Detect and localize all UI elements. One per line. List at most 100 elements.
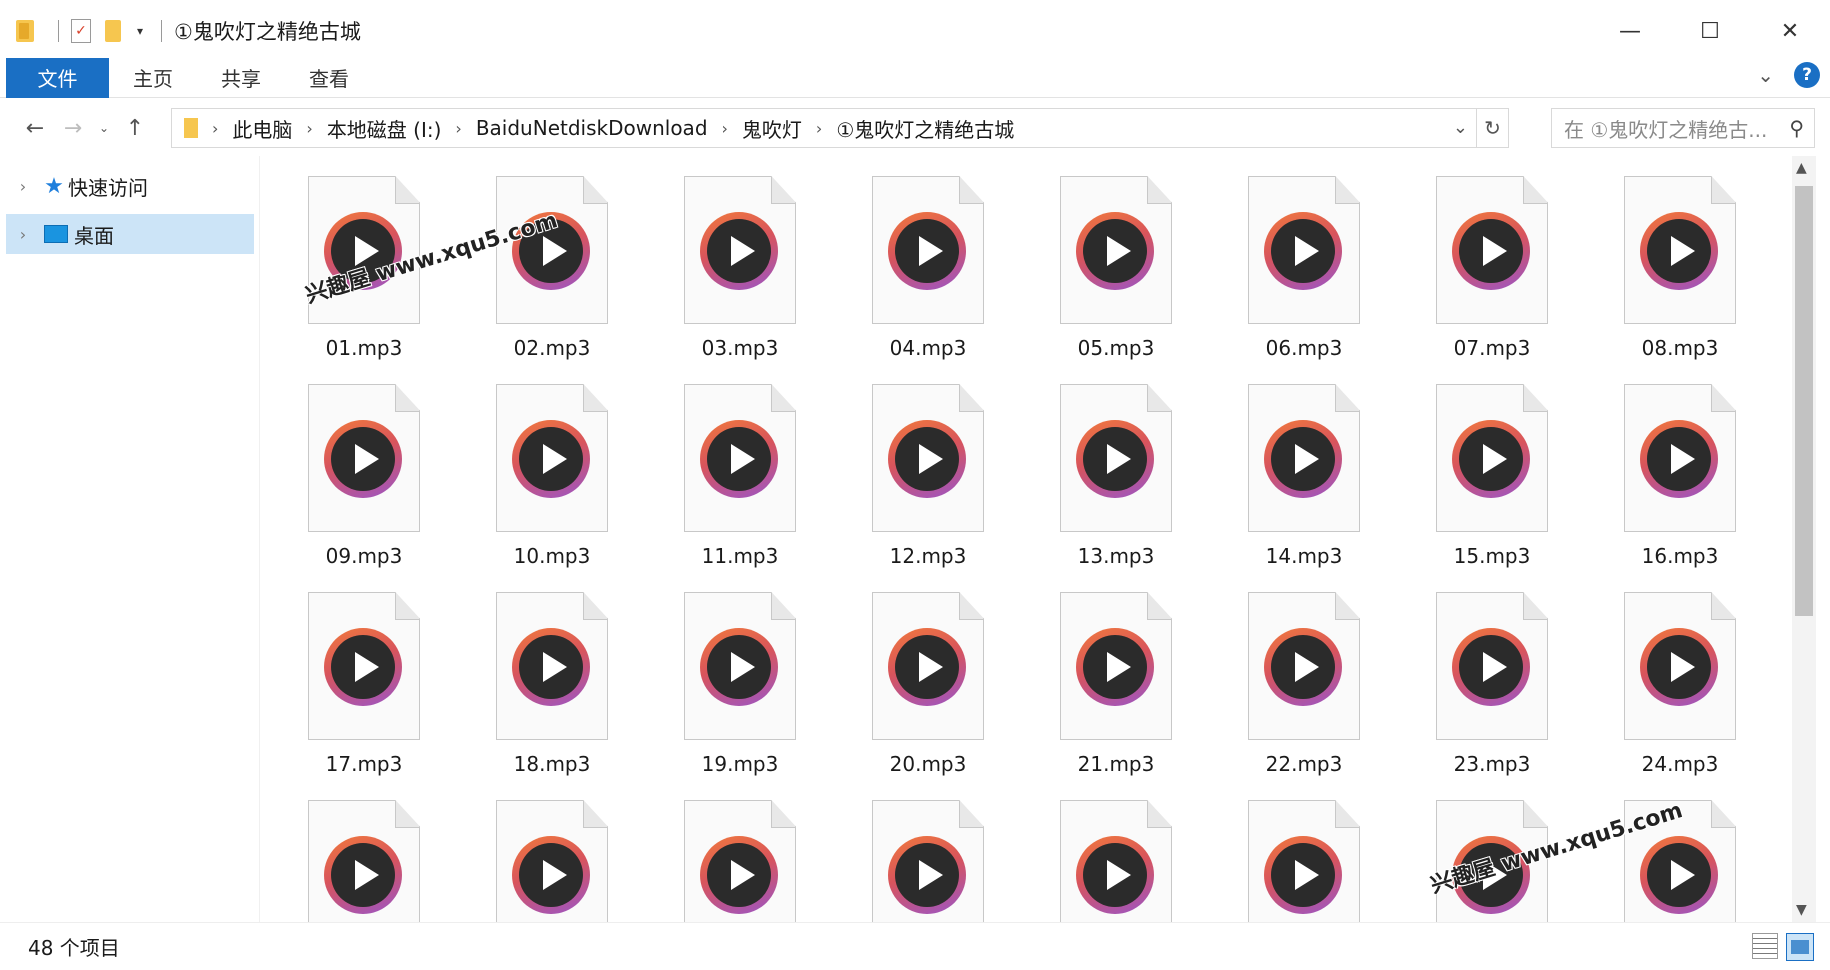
breadcrumb-chevron-icon[interactable]: › [722,119,728,138]
scrollbar-thumb[interactable] [1795,186,1813,616]
file-item[interactable]: 20.mp3 [834,592,1022,800]
tab-share[interactable]: 共享 [197,58,285,98]
file-item[interactable]: 13.mp3 [1022,384,1210,592]
file-item[interactable]: 24.mp3 [1586,592,1774,800]
file-name: 22.mp3 [1265,752,1343,776]
close-button[interactable]: ✕ [1750,0,1830,62]
tab-view[interactable]: 查看 [285,58,373,98]
address-bar[interactable]: › 此电脑 › 本地磁盘 (I:) › BaiduNetdiskDownload… [171,108,1509,148]
file-item[interactable]: 04.mp3 [834,176,1022,384]
breadcrumb-this-pc[interactable]: 此电脑 [232,114,292,143]
vertical-scrollbar[interactable]: ▲ ▼ [1792,156,1816,922]
page-fold [1335,593,1359,620]
play-icon [324,836,402,914]
expand-chevron-icon[interactable]: › [6,177,40,196]
sidebar-item-quick-access[interactable]: › ★ 快速访问 [6,166,254,206]
file-item[interactable]: 15.mp3 [1398,384,1586,592]
maximize-button[interactable]: ☐ [1670,0,1750,62]
audio-file-icon [496,592,608,740]
properties-icon[interactable]: ✓ [71,19,91,43]
audio-file-icon [684,384,796,532]
file-item[interactable]: 06.mp3 [1210,176,1398,384]
file-item[interactable]: 16.mp3 [1586,384,1774,592]
file-item[interactable] [834,800,1022,922]
file-name: 03.mp3 [701,336,779,360]
page-fold [959,385,983,412]
file-item[interactable]: 08.mp3 [1586,176,1774,384]
audio-file-icon [1060,800,1172,922]
status-bar: 48 个项目 [0,922,1830,970]
new-folder-icon[interactable] [105,20,121,42]
sidebar-item-desktop[interactable]: › 桌面 [6,214,254,254]
large-icons-view-icon[interactable] [1786,933,1814,961]
play-icon [888,628,966,706]
breadcrumb-baidu-download[interactable]: BaiduNetdiskDownload [476,116,708,140]
refresh-icon[interactable]: ↻ [1476,109,1508,147]
file-item[interactable]: 14.mp3 [1210,384,1398,592]
file-item[interactable]: 22.mp3 [1210,592,1398,800]
play-icon [512,420,590,498]
file-item[interactable] [1210,800,1398,922]
help-icon[interactable]: ? [1794,62,1820,88]
address-dropdown-icon[interactable]: ⌄ [1453,117,1468,138]
back-arrow-icon[interactable]: ← [16,116,54,141]
recent-locations-chevron-icon[interactable]: ⌄ [92,121,116,135]
play-icon [1076,628,1154,706]
details-view-icon[interactable] [1752,933,1778,959]
file-item[interactable]: 18.mp3 [458,592,646,800]
breadcrumb-chevron-icon[interactable]: › [212,119,218,138]
file-name: 01.mp3 [325,336,403,360]
play-icon [888,420,966,498]
audio-file-icon [684,176,796,324]
file-name: 17.mp3 [325,752,403,776]
page-fold [1147,385,1171,412]
file-item[interactable]: 17.mp3 [270,592,458,800]
breadcrumb-current-folder[interactable]: ①鬼吹灯之精绝古城 [836,114,1014,143]
file-item[interactable]: 09.mp3 [270,384,458,592]
page-fold [1335,177,1359,204]
ribbon-tabs: 文件 主页 共享 查看 ⌄ ? [0,57,1830,98]
play-icon [1452,212,1530,290]
file-item[interactable] [270,800,458,922]
folder-icon [184,118,198,138]
file-item[interactable]: 05.mp3 [1022,176,1210,384]
up-arrow-icon[interactable]: ↑ [116,116,154,141]
file-item[interactable] [1022,800,1210,922]
audio-file-icon [1248,384,1360,532]
page-fold [1335,801,1359,828]
file-item[interactable]: 19.mp3 [646,592,834,800]
minimize-button[interactable]: — [1590,0,1670,62]
audio-file-icon [872,384,984,532]
scroll-up-arrow-icon[interactable]: ▲ [1796,160,1807,176]
customize-toolbar-dropdown-icon[interactable]: ▾ [137,24,143,38]
breadcrumb-chevron-icon[interactable]: › [455,119,461,138]
file-item[interactable]: 03.mp3 [646,176,834,384]
file-item[interactable]: 11.mp3 [646,384,834,592]
search-icon[interactable]: ⚲ [1789,116,1804,140]
file-item[interactable]: 21.mp3 [1022,592,1210,800]
breadcrumb-chevron-icon[interactable]: › [306,119,312,138]
file-name: 11.mp3 [701,544,779,568]
breadcrumb-guichuideng[interactable]: 鬼吹灯 [742,114,802,143]
tab-file[interactable]: 文件 [6,57,109,98]
file-item[interactable]: 12.mp3 [834,384,1022,592]
expand-chevron-icon[interactable]: › [6,225,40,244]
toolbar-divider [58,20,59,42]
window-controls: — ☐ ✕ [1590,0,1830,62]
scroll-down-arrow-icon[interactable]: ▼ [1796,902,1807,918]
file-item[interactable]: 07.mp3 [1398,176,1586,384]
search-input[interactable]: 在 ①鬼吹灯之精绝古... ⚲ [1551,108,1815,148]
file-item[interactable]: 10.mp3 [458,384,646,592]
breadcrumb-local-disk[interactable]: 本地磁盘 (I:) [327,114,442,143]
file-item[interactable]: 23.mp3 [1398,592,1586,800]
tab-home[interactable]: 主页 [109,58,197,98]
file-name: 19.mp3 [701,752,779,776]
file-item[interactable] [458,800,646,922]
page-fold [1523,385,1547,412]
breadcrumb-chevron-icon[interactable]: › [816,119,822,138]
forward-arrow-icon[interactable]: → [54,116,92,141]
expand-ribbon-icon[interactable]: ⌄ [1757,63,1774,87]
file-item[interactable] [646,800,834,922]
folder-icon[interactable] [16,20,34,42]
audio-file-icon [1624,592,1736,740]
